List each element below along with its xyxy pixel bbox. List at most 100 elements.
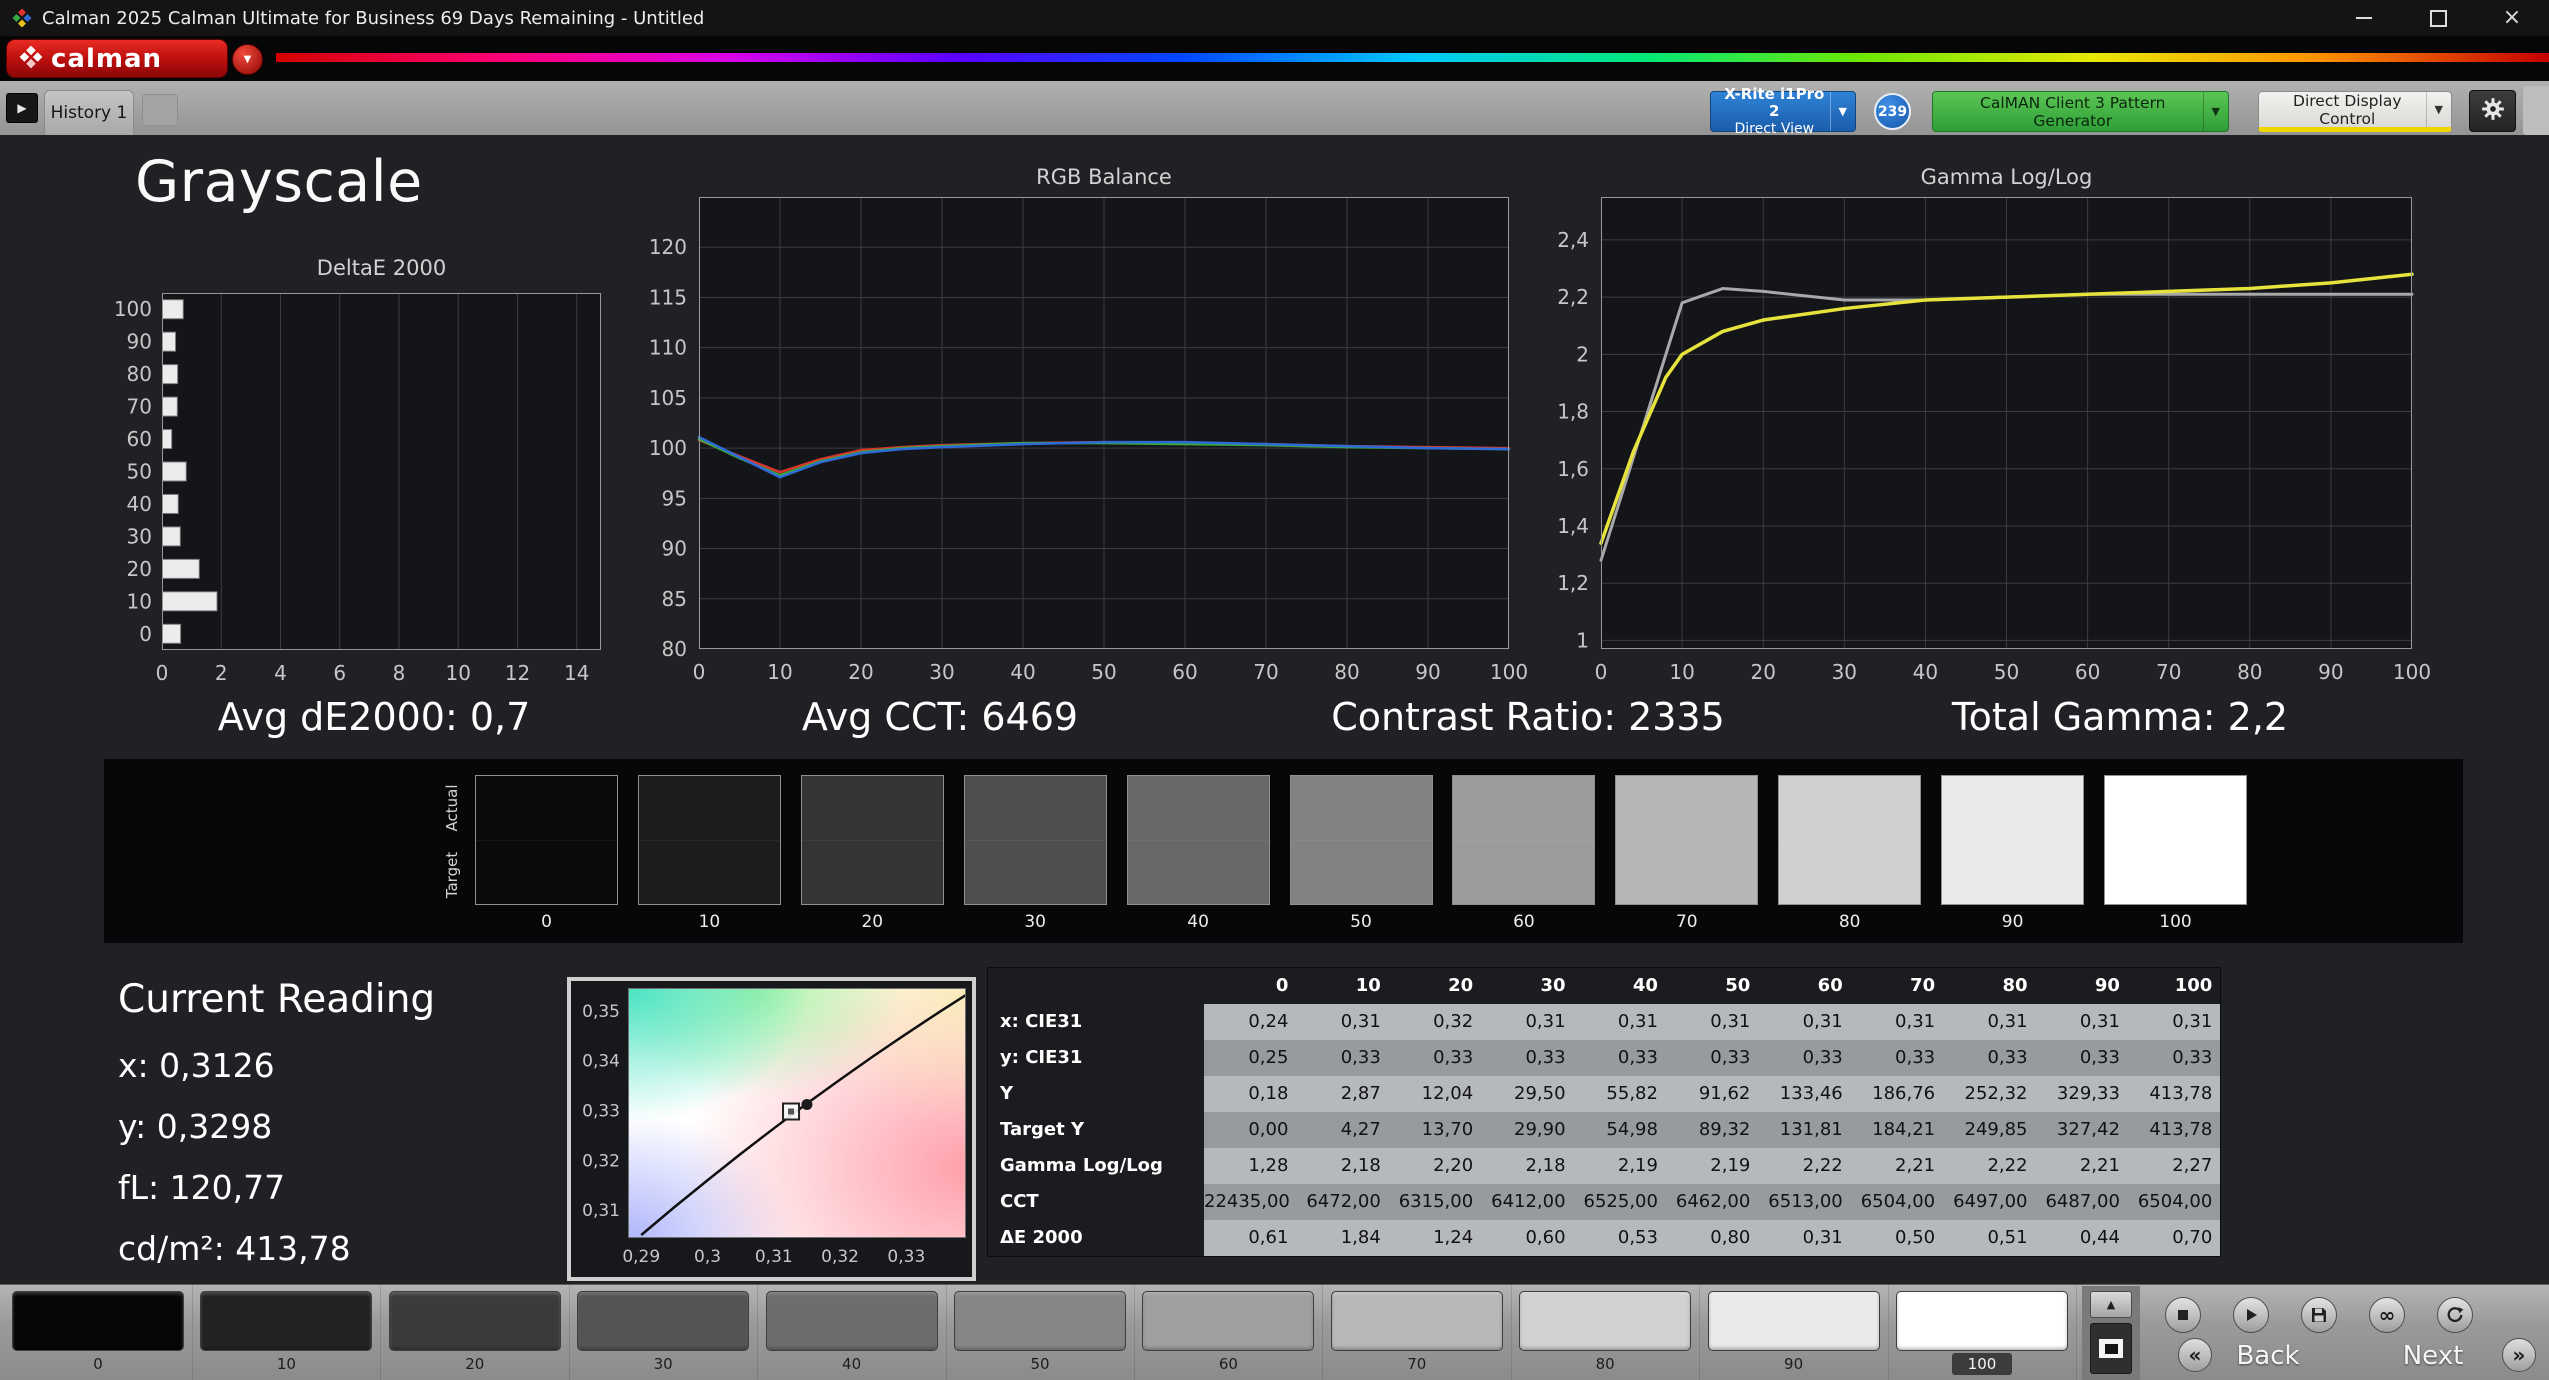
table-cell: 0,70 (2127, 1220, 2221, 1256)
meter-count-badge[interactable]: 239 (1874, 93, 1911, 130)
pattern-patch[interactable] (1330, 1291, 1503, 1351)
refresh-button[interactable] (2437, 1297, 2473, 1333)
cie-diagram: 0,31 0,32 0,33 0,34 0,35 0,29 0,3 0,31 0,32 0,33 (582, 988, 967, 1267)
display-control-button[interactable]: Direct Display Control ▼ (2258, 91, 2452, 132)
svg-text:85: 85 (662, 587, 687, 611)
pattern-level-100[interactable]: 100 (1888, 1285, 2077, 1380)
svg-text:60: 60 (127, 427, 152, 451)
save-button[interactable] (2301, 1297, 2337, 1333)
tab-bar: ▶ History 1 X-Rite i1Pro 2 Direct View ▼… (0, 81, 2549, 137)
svg-text:0,34: 0,34 (582, 1052, 620, 1072)
swatch-label: 40 (1187, 912, 1209, 932)
table-cell: 6504,00 (1850, 1184, 1944, 1220)
pattern-level-90[interactable]: 90 (1700, 1285, 1889, 1380)
pattern-level-label: 40 (842, 1355, 862, 1373)
pattern-patch[interactable] (1707, 1291, 1880, 1351)
minimize-button[interactable] (2327, 0, 2401, 36)
svg-text:1: 1 (1576, 628, 1589, 652)
pattern-level-50[interactable]: 50 (946, 1285, 1135, 1380)
table-cell: 2,18 (1296, 1148, 1389, 1184)
table-cell: 0,31 (1758, 1220, 1851, 1256)
back-button[interactable]: Back (2218, 1341, 2318, 1371)
svg-text:100: 100 (2393, 660, 2431, 684)
table-col-header: 100 (2127, 968, 2221, 1004)
pattern-patch[interactable] (388, 1291, 561, 1351)
rgb-balance-chart: 80 85 90 95 100 105 110 115 120 0 10 20 30 40 50 60 70 80… (649, 197, 1528, 684)
svg-text:2,2: 2,2 (1557, 285, 1589, 309)
page-title: Grayscale (135, 149, 423, 215)
svg-text:50: 50 (1994, 660, 2019, 684)
table-col-header: 10 (1296, 968, 1389, 1004)
tab-history-1[interactable]: History 1 (44, 90, 134, 135)
pattern-patch[interactable] (1519, 1291, 1692, 1351)
settings-gear-button[interactable] (2469, 90, 2516, 132)
swatch-label: 50 (1350, 912, 1372, 932)
table-cell: 6504,00 (2127, 1184, 2221, 1220)
back-chevron-icon[interactable]: « (2178, 1338, 2212, 1372)
tab-placeholder[interactable] (142, 94, 178, 126)
pattern-level-label: 30 (653, 1355, 673, 1373)
pattern-level-0[interactable]: 0 (4, 1285, 193, 1380)
table-cell: 0,50 (1850, 1220, 1944, 1256)
pattern-patch[interactable] (1142, 1291, 1315, 1351)
maximize-button[interactable] (2401, 0, 2475, 36)
pattern-level-70[interactable]: 70 (1323, 1285, 1512, 1380)
table-cell: 91,62 (1665, 1076, 1759, 1112)
continuous-measure-button[interactable]: ∞ (2369, 1297, 2405, 1333)
svg-text:10: 10 (445, 661, 470, 685)
svg-text:90: 90 (662, 537, 687, 561)
pattern-patch[interactable] (12, 1291, 184, 1351)
cie-svg: 0,31 0,32 0,33 0,34 0,35 0,29 0,3 0,31 0,32 0,33 (582, 988, 967, 1267)
deltae-svg: 0 2 4 6 8 10 12 14 0 10 20 30 40 50 60 70 80 90 100 (114, 293, 601, 685)
patch-scroll-up-button[interactable]: ▲ (2090, 1291, 2132, 1318)
pattern-patch[interactable] (765, 1291, 938, 1351)
svg-text:110: 110 (649, 336, 687, 360)
pattern-level-label: 60 (1218, 1355, 1238, 1373)
svg-text:115: 115 (649, 285, 687, 309)
svg-text:30: 30 (929, 660, 954, 684)
table-cell: 0,31 (1665, 1004, 1759, 1040)
pattern-level-60[interactable]: 60 (1134, 1285, 1324, 1380)
refresh-icon (2447, 1307, 2464, 1323)
window-title: Calman 2025 Calman Ultimate for Business… (42, 7, 705, 29)
swatch-label: 60 (1513, 912, 1535, 932)
pattern-level-buttons: 0 10 20 30 40 50 60 70 80 90 100 (0, 1285, 2549, 1380)
swatch-label: 70 (1675, 912, 1698, 932)
table-cell: 13,70 (1388, 1112, 1482, 1148)
svg-text:70: 70 (127, 395, 152, 419)
table-cell: 0,31 (1943, 1004, 2036, 1040)
history-panel-toggle-button[interactable]: ▶ (6, 93, 38, 123)
pattern-patch[interactable] (954, 1291, 1126, 1351)
svg-text:20: 20 (1750, 660, 1775, 684)
grayscale-swatch-60: 60 (1452, 775, 1596, 932)
pattern-level-80[interactable]: 80 (1511, 1285, 1701, 1380)
pattern-patch[interactable] (1896, 1291, 2068, 1351)
svg-text:1,4: 1,4 (1557, 514, 1589, 538)
logo-dropdown-button[interactable]: ▼ (232, 44, 263, 75)
table-cell: 6412,00 (1481, 1184, 1574, 1220)
pattern-generator-button[interactable]: CalMAN Client 3 Pattern Generator ▼ (1932, 91, 2229, 132)
svg-text:0,33: 0,33 (887, 1247, 925, 1267)
svg-text:20: 20 (127, 557, 152, 581)
grayscale-swatch-20: 20 (800, 775, 944, 932)
pattern-patch[interactable] (577, 1291, 750, 1351)
main-content: Grayscale DeltaE 2000 RGB Balance Gamma … (0, 135, 2549, 1284)
swatch-label: 100 (2159, 912, 2192, 932)
pattern-level-40[interactable]: 40 (758, 1285, 947, 1380)
pattern-window-button[interactable] (2090, 1323, 2132, 1374)
pattern-patch[interactable] (200, 1291, 373, 1351)
calman-logo[interactable]: calman (6, 39, 228, 78)
next-chevron-icon[interactable]: » (2502, 1338, 2536, 1372)
pattern-level-20[interactable]: 20 (381, 1285, 570, 1380)
stop-button[interactable] (2165, 1297, 2201, 1333)
close-button[interactable]: × (2475, 0, 2549, 36)
play-button[interactable] (2233, 1297, 2269, 1333)
pattern-level-10[interactable]: 10 (192, 1285, 382, 1380)
pattern-level-label: 20 (465, 1355, 485, 1373)
table-cell: 0,33 (1850, 1040, 1944, 1076)
measurement-table: 0 10 20 30 40 50 60 70 80 90 100 x: CIE31 0,24 0,31 0,… (987, 967, 2222, 1257)
meter-select-button[interactable]: X-Rite i1Pro 2 Direct View ▼ (1710, 86, 1856, 137)
pattern-level-30[interactable]: 30 (569, 1285, 759, 1380)
next-button[interactable]: Next (2378, 1341, 2488, 1371)
swatch-color (1289, 775, 1433, 905)
